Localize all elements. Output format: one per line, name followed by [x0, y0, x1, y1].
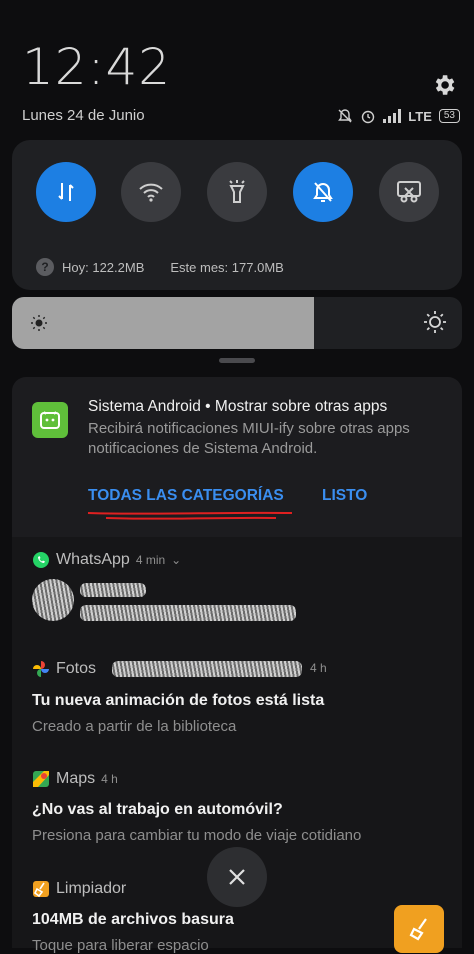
tile-flashlight[interactable]: [207, 162, 267, 222]
date-label[interactable]: Lunes 24 de Junio: [22, 107, 145, 124]
notification-body: Recibirá notificaciones MIUI-ify sobre o…: [88, 420, 410, 457]
notification-title[interactable]: 104MB de archivos basura: [32, 911, 234, 929]
notification-body: Creado a partir de la biblioteca: [32, 718, 237, 735]
network-type: LTE: [408, 108, 432, 124]
brightness-slider[interactable]: [12, 297, 462, 349]
redacted-message: [80, 605, 296, 621]
settings-gear-icon[interactable]: [431, 72, 457, 98]
whatsapp-header[interactable]: WhatsApp 4 min ⌄: [32, 551, 181, 569]
brightness-low-icon: [31, 315, 47, 331]
android-icon: [40, 411, 60, 429]
notification-title[interactable]: Tu nueva animación de fotos está lista: [32, 692, 324, 710]
system-notification[interactable]: Sistema Android • Mostrar sobre otras ap…: [12, 377, 462, 537]
done-button[interactable]: LISTO: [322, 487, 367, 505]
data-today: Hoy: 122.2MB: [62, 259, 145, 275]
broom-icon: [409, 918, 427, 941]
chevron-down-icon[interactable]: ⌄: [171, 553, 181, 567]
maps-header[interactable]: Maps 4 h: [32, 770, 118, 788]
notification-title[interactable]: ¿No vas al trabajo en automóvil?: [32, 801, 283, 819]
tile-mobile-data[interactable]: [36, 162, 96, 222]
maps-icon: [33, 771, 49, 787]
drag-handle[interactable]: [219, 358, 255, 363]
cleaner-header[interactable]: Limpiador: [32, 880, 126, 898]
close-all-button[interactable]: [207, 847, 267, 907]
app-name: Fotos: [56, 660, 97, 677]
notification-body: Toque para liberar espacio: [32, 937, 209, 954]
wifi-icon: [139, 183, 163, 202]
redacted-account: [112, 661, 302, 677]
tile-do-not-disturb[interactable]: [293, 162, 353, 222]
timestamp: 4 min: [135, 553, 166, 567]
redacted-sender: [80, 583, 146, 597]
photos-pinwheel-icon: [33, 661, 49, 677]
notification-title: Sistema Android • Mostrar sobre otras ap…: [88, 398, 388, 415]
app-name: Limpiador: [56, 880, 127, 897]
alarm-icon: [362, 110, 375, 124]
red-underline-annotation: [87, 511, 293, 520]
app-name: Maps: [56, 770, 96, 787]
app-name: WhatsApp: [56, 551, 130, 568]
avatar: [32, 579, 74, 621]
status-icons: LTE 53: [337, 106, 460, 126]
clock[interactable]: 12:42: [22, 38, 171, 96]
brightness-high-icon: [424, 311, 446, 333]
photos-time: 4 h: [310, 661, 327, 675]
tile-screenshot[interactable]: [379, 162, 439, 222]
data-month: Este mes: 177.0MB: [170, 259, 284, 275]
data-transfer-icon: [58, 183, 74, 201]
timestamp: 4 h: [101, 772, 118, 786]
help-icon: ?: [36, 258, 54, 276]
signal-icon: [383, 109, 402, 123]
data-usage[interactable]: ? Hoy: 122.2MB Este mes: 177.0MB: [36, 258, 284, 276]
quick-settings-panel: ? Hoy: 122.2MB Este mes: 177.0MB: [12, 140, 462, 290]
close-icon: [229, 869, 245, 885]
flashlight-icon: [229, 180, 245, 203]
notification-body: Presiona para cambiar tu modo de viaje c…: [32, 827, 362, 844]
tile-wifi[interactable]: [121, 162, 181, 222]
mute-bell-icon: [313, 182, 333, 202]
brightness-fill: [12, 297, 314, 349]
whatsapp-icon: [33, 552, 49, 568]
photos-header[interactable]: Fotos: [32, 660, 96, 678]
screenshot-scissors-icon: [397, 181, 421, 203]
all-categories-button[interactable]: TODAS LAS CATEGORÍAS: [88, 487, 284, 505]
timestamp: 4 h: [310, 661, 327, 675]
broom-icon: [33, 881, 49, 898]
android-app-icon: [32, 402, 68, 438]
mute-bell-icon: [338, 109, 353, 123]
clean-button[interactable]: [394, 905, 444, 953]
battery-level: 53: [438, 109, 460, 123]
